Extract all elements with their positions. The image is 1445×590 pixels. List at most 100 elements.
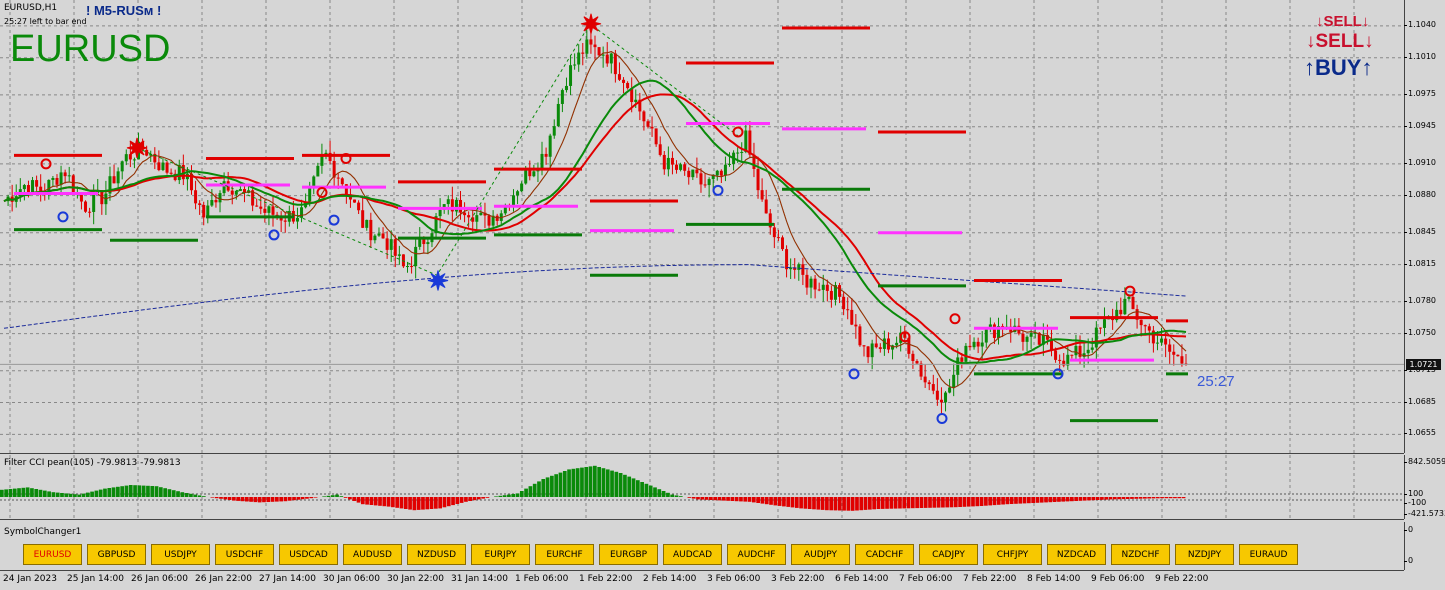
candle-body — [980, 342, 984, 347]
cci-label: Filter CCI pean(105) -79.9813 -79.9813 — [4, 458, 181, 468]
candle-body — [862, 345, 866, 347]
symbol-button-audusd[interactable]: AUDUSD — [343, 544, 402, 565]
cci-bar — [1044, 497, 1048, 503]
candle-body — [976, 341, 980, 347]
candle-body — [1123, 298, 1127, 315]
cci-bar — [1160, 497, 1164, 499]
symbol-button-audjpy[interactable]: AUDJPY — [791, 544, 850, 565]
symbol-button-nzdusd[interactable]: NZDUSD — [407, 544, 466, 565]
candle-body — [829, 290, 833, 300]
cci-bar — [270, 497, 275, 502]
time-tick: 2 Feb 14:00 — [643, 574, 697, 584]
candle-body — [744, 130, 748, 152]
candle-body — [1102, 319, 1106, 328]
cci-bar — [747, 497, 752, 502]
price-chart[interactable] — [0, 0, 1404, 453]
cci-bar — [1177, 497, 1182, 499]
cci-bar — [38, 489, 43, 497]
symbol-button-usdjpy[interactable]: USDJPY — [151, 544, 210, 565]
cci-bar — [825, 497, 829, 511]
symbol-button-nzdjpy[interactable]: NZDJPY — [1175, 544, 1234, 565]
candle-body — [882, 338, 886, 349]
candle-body — [320, 156, 324, 166]
candle-body — [654, 128, 658, 145]
symbol-button-eurchf[interactable]: EURCHF — [535, 544, 594, 565]
symbol-button-euraud[interactable]: EURAUD — [1239, 544, 1298, 565]
symbol-button-nzdchf[interactable]: NZDCHF — [1111, 544, 1170, 565]
cci-bar — [657, 489, 662, 497]
cci-bar — [227, 497, 232, 500]
candle-body — [397, 254, 401, 256]
cci-bar — [653, 487, 657, 497]
star-sell-icon — [126, 137, 148, 159]
symbol-button-eurgbp[interactable]: EURGBP — [599, 544, 658, 565]
symbol-button-usdchf[interactable]: USDCHF — [215, 544, 274, 565]
cci-bar — [584, 467, 589, 497]
candle-body — [438, 209, 442, 217]
symbol-button-audchf[interactable]: AUDCHF — [727, 544, 786, 565]
candle-body — [813, 278, 817, 290]
cci-bar — [17, 488, 21, 497]
cci-bar — [902, 497, 907, 509]
cci-bar — [614, 471, 619, 497]
candle-body — [458, 199, 462, 213]
symbol-button-eurusd[interactable]: EURUSD — [23, 544, 82, 565]
candle-body — [838, 285, 842, 297]
symbol-button-cadchf[interactable]: CADCHF — [855, 544, 914, 565]
candle-body — [1127, 296, 1131, 299]
cci-bar — [773, 497, 778, 506]
symbol-button-nzdcad[interactable]: NZDCAD — [1047, 544, 1106, 565]
candle-body — [1098, 327, 1102, 329]
candle-body — [149, 153, 153, 156]
cci-bar — [141, 485, 146, 497]
cci-bar — [1057, 497, 1061, 502]
candle-body — [760, 190, 764, 200]
cci-bar — [180, 492, 185, 497]
price-scale[interactable]: 1.1040 1.1010 1.0975 1.0945 1.0910 1.0880 1.08… — [1404, 0, 1445, 453]
time-tick: 9 Feb 06:00 — [1091, 574, 1145, 584]
candle-body — [1086, 349, 1090, 354]
candle-body — [846, 309, 850, 311]
cci-bar — [893, 497, 898, 509]
buy-marker-icon — [268, 229, 280, 241]
cci-bar — [507, 494, 511, 497]
cci-bar — [1155, 497, 1160, 499]
symbol-button-audcad[interactable]: AUDCAD — [663, 544, 722, 565]
candle-body — [935, 390, 939, 400]
cci-bar — [1014, 497, 1018, 504]
candle-body — [426, 242, 430, 245]
candle-body — [952, 374, 956, 388]
cci-bar — [1031, 497, 1036, 503]
candle-body — [544, 153, 548, 157]
price-tick: 1.0975 — [1404, 88, 1436, 98]
cci-bar — [300, 497, 305, 500]
price-chart-pane[interactable]: EURUSD,H1 25:27 left to bar end ! M5-RUS… — [0, 0, 1404, 454]
time-tick: 7 Feb 22:00 — [963, 574, 1017, 584]
symbol-button-chfjpy[interactable]: CHFJPY — [983, 544, 1042, 565]
cci-bar — [438, 497, 443, 509]
candle-body — [609, 53, 613, 64]
symbol-button-eurjpy[interactable]: EURJPY — [471, 544, 530, 565]
symbol-changer-label: SymbolChanger1 — [4, 527, 82, 537]
cci-bar — [537, 481, 541, 497]
cci-bar — [898, 497, 902, 509]
cci-bar — [236, 497, 241, 501]
candle-body — [675, 164, 679, 170]
time-tick: 26 Jan 22:00 — [195, 574, 252, 584]
cci-bar — [12, 488, 17, 497]
cci-indicator-pane[interactable]: Filter CCI pean(105) -79.9813 -79.9813 — [0, 455, 1404, 520]
cci-bar — [713, 497, 718, 501]
cci-bar — [1009, 497, 1014, 504]
symbol-button-gbpusd[interactable]: GBPUSD — [87, 544, 146, 565]
cci-bar — [928, 497, 932, 508]
time-tick: 6 Feb 14:00 — [835, 574, 889, 584]
candle-body — [642, 111, 646, 122]
cci-bar — [588, 466, 593, 497]
candle-body — [369, 219, 373, 241]
cci-bar — [868, 497, 872, 510]
symbol-button-usdcad[interactable]: USDCAD — [279, 544, 338, 565]
candle-body — [124, 154, 128, 162]
candle-body — [736, 152, 740, 154]
cci-bar — [253, 497, 258, 503]
symbol-button-cadjpy[interactable]: CADJPY — [919, 544, 978, 565]
